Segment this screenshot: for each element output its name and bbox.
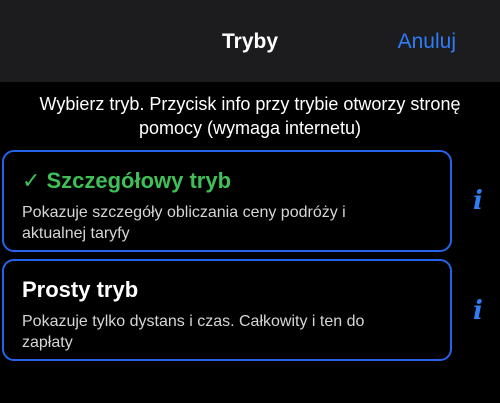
- info-icon[interactable]: i: [466, 186, 490, 216]
- mode-option-detailed[interactable]: ✓ Szczegółowy tryb Pokazuje szczegóły obl…: [2, 150, 452, 252]
- instruction-text: Wybierz tryb. Przycisk info przy trybie …: [39, 94, 461, 138]
- checkmark-icon: ✓: [22, 168, 41, 193]
- info-icon[interactable]: i: [466, 296, 490, 326]
- mode-description-detailed: Pokazuje szczegóły obliczania ceny podró…: [22, 204, 346, 242]
- mode-title-detailed: ✓ Szczegółowy tryb: [22, 168, 231, 194]
- navigation-bar: Tryby Anuluj: [0, 0, 500, 82]
- mode-title-simple: Prosty tryb: [22, 277, 139, 302]
- mode-description-simple: Pokazuje tylko dystans i czas. Całkowity…: [22, 313, 365, 351]
- mode-title-label: Szczegółowy tryb: [46, 168, 232, 193]
- mode-option-simple[interactable]: Prosty tryb Pokazuje tylko dystans i cza…: [2, 259, 452, 361]
- cancel-button[interactable]: Anuluj: [398, 30, 456, 54]
